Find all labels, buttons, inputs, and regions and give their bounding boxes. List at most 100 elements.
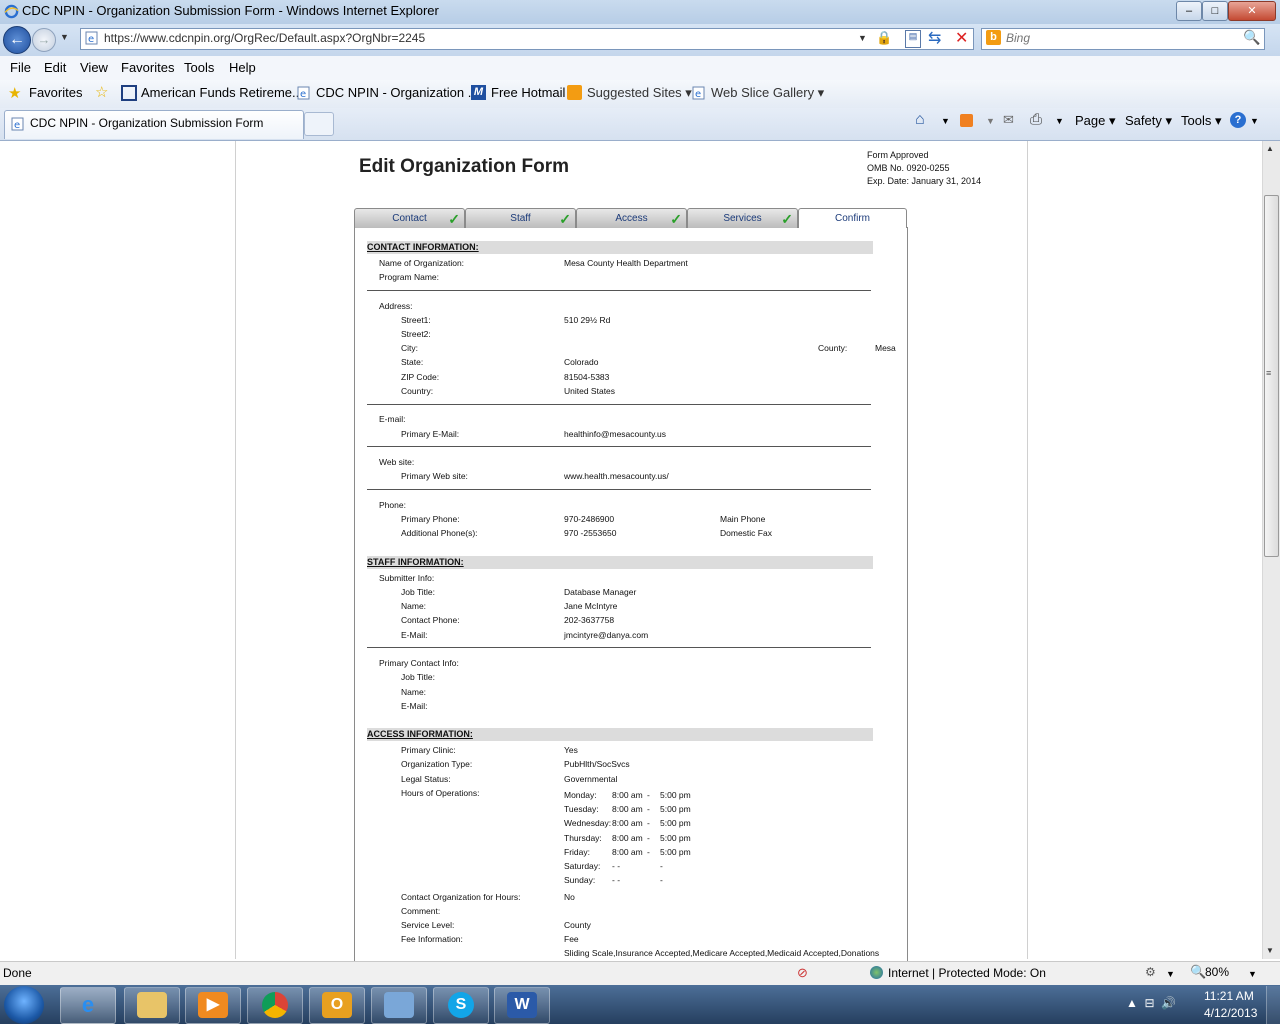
forward-button[interactable]: → xyxy=(32,28,56,52)
zoom-level[interactable]: 80% xyxy=(1205,965,1229,979)
mail-icon[interactable]: ✉ xyxy=(1003,112,1014,128)
security-zone[interactable]: Internet | Protected Mode: On xyxy=(888,966,1046,980)
taskbar-word[interactable]: W xyxy=(494,987,550,1024)
hours-day: Monday: xyxy=(564,790,597,800)
new-tab-button[interactable] xyxy=(304,112,334,136)
menu-file[interactable]: File xyxy=(10,60,31,75)
scroll-down-icon[interactable]: ▼ xyxy=(1266,946,1274,955)
show-desktop-button[interactable] xyxy=(1266,986,1280,1024)
field-label: Service Level: xyxy=(401,920,455,930)
omb-number: OMB No. 0920-0255 xyxy=(867,163,950,173)
menu-edit[interactable]: Edit xyxy=(44,60,66,75)
address-input[interactable] xyxy=(104,31,844,45)
wizard-tab-confirm[interactable]: Confirm xyxy=(798,208,907,228)
hours-close: 5:00 pm xyxy=(660,804,691,814)
hours-close: 5:00 pm xyxy=(660,833,691,843)
protected-mode-icon[interactable]: ⚙ xyxy=(1145,965,1156,979)
section-header-staff: STAFF INFORMATION: xyxy=(367,556,873,569)
compatibility-view-icon[interactable]: ▤ xyxy=(905,30,921,48)
address-dropdown-icon[interactable]: ▼ xyxy=(858,33,867,43)
hours-sep: - xyxy=(660,861,663,871)
tools-menu[interactable]: Tools ▾ xyxy=(1181,113,1222,129)
back-button[interactable]: ← xyxy=(3,26,31,54)
rss-dropdown-icon[interactable]: ▼ xyxy=(986,116,995,126)
omb-approved: Form Approved xyxy=(867,150,929,160)
field-label: Name of Organization: xyxy=(379,258,465,268)
favorites-star-icon[interactable]: ★ xyxy=(8,84,21,102)
lock-icon[interactable]: 🔒 xyxy=(876,30,892,46)
menu-view[interactable]: View xyxy=(80,60,108,75)
field-label: E-Mail: xyxy=(401,630,428,640)
wizard-tab-access[interactable]: Access ✓ xyxy=(576,208,687,228)
menu-help[interactable]: Help xyxy=(229,60,256,75)
group-label: Web site: xyxy=(379,457,415,467)
section-header-contact: CONTACT INFORMATION: xyxy=(367,241,873,254)
fav-american-funds[interactable]: American Funds Retireme... xyxy=(141,85,303,100)
taskbar-skype[interactable]: S xyxy=(433,987,489,1024)
rss-icon[interactable] xyxy=(960,114,973,127)
scroll-up-icon[interactable]: ▲ xyxy=(1266,144,1274,153)
search-input[interactable] xyxy=(1006,31,1226,45)
protected-dropdown-icon[interactable]: ▼ xyxy=(1166,969,1175,979)
taskbar-explorer[interactable] xyxy=(124,987,180,1024)
safety-menu[interactable]: Safety ▾ xyxy=(1125,113,1172,129)
page-menu[interactable]: Page ▾ xyxy=(1075,113,1116,129)
taskbar-outlook[interactable]: O xyxy=(309,987,365,1024)
refresh-icon[interactable]: ⇆ xyxy=(928,28,941,48)
divider xyxy=(367,489,871,490)
field-label: Primary Web site: xyxy=(401,471,468,481)
help-dropdown-icon[interactable]: ▼ xyxy=(1250,116,1259,126)
favorites-button[interactable]: Favorites xyxy=(29,85,82,100)
stop-icon[interactable]: ✕ xyxy=(955,28,968,48)
system-tray-icons[interactable]: ▲ ⊟ 🔊 xyxy=(1126,996,1176,1010)
history-dropdown-icon[interactable]: ▼ xyxy=(60,32,69,42)
fav-web-slice-gallery[interactable]: Web Slice Gallery ▾ xyxy=(711,85,824,101)
minimize-button[interactable]: – xyxy=(1176,1,1202,21)
home-icon[interactable]: ⌂ xyxy=(915,111,925,129)
field-value: United States xyxy=(564,386,616,396)
group-label: Address: xyxy=(379,301,413,311)
add-favorite-icon[interactable]: ☆ xyxy=(95,83,108,101)
hours-sep: - xyxy=(647,847,650,857)
zoom-dropdown-icon[interactable]: ▼ xyxy=(1248,969,1257,979)
maximize-button[interactable]: □ xyxy=(1202,1,1228,21)
menu-favorites[interactable]: Favorites xyxy=(121,60,174,75)
document-icon xyxy=(384,992,414,1018)
page-border xyxy=(1027,141,1028,959)
start-button[interactable] xyxy=(4,986,44,1024)
menu-tools[interactable]: Tools xyxy=(184,60,214,75)
field-label: Program Name: xyxy=(379,272,439,282)
page-title: Edit Organization Form xyxy=(359,156,570,177)
page-icon: e xyxy=(11,117,24,131)
help-icon[interactable]: ? xyxy=(1230,112,1246,128)
field-label: Legal Status: xyxy=(401,774,451,784)
fav-free-hotmail[interactable]: Free Hotmail xyxy=(491,85,565,100)
taskbar-chrome[interactable] xyxy=(247,987,303,1024)
taskbar-app[interactable] xyxy=(371,987,427,1024)
field-value: 970 -2553650 xyxy=(564,528,617,538)
home-dropdown-icon[interactable]: ▼ xyxy=(941,116,950,126)
outlook-icon: O xyxy=(322,992,352,1018)
hours-sep: - xyxy=(647,804,650,814)
field-value: Yes xyxy=(564,745,578,755)
wizard-tab-contact[interactable]: Contact ✓ xyxy=(354,208,465,228)
taskbar-media-player[interactable]: ▶ xyxy=(185,987,241,1024)
search-icon[interactable]: 🔍 xyxy=(1243,29,1260,46)
popup-blocker-icon[interactable]: ⊘ xyxy=(797,965,808,981)
taskbar-ie[interactable]: e xyxy=(60,987,116,1024)
hours-open: 8:00 am xyxy=(612,818,643,828)
wizard-tab-staff[interactable]: Staff ✓ xyxy=(465,208,576,228)
skype-icon: S xyxy=(448,992,474,1018)
zoom-icon[interactable]: 🔍 xyxy=(1190,964,1206,980)
close-button[interactable]: ✕ xyxy=(1228,1,1276,21)
field-value: 510 29½ Rd xyxy=(564,315,611,325)
clock-date[interactable]: 4/12/2013 xyxy=(1204,1006,1257,1020)
print-dropdown-icon[interactable]: ▼ xyxy=(1055,116,1064,126)
clock-time[interactable]: 11:21 AM xyxy=(1204,989,1254,1003)
fav-suggested-sites[interactable]: Suggested Sites ▾ xyxy=(587,85,692,101)
status-bar xyxy=(0,961,1280,986)
fav-cdc-npin[interactable]: CDC NPIN - Organization ... xyxy=(316,85,479,100)
print-icon[interactable]: ⎙ xyxy=(1030,111,1042,128)
wizard-tab-services[interactable]: Services ✓ xyxy=(687,208,798,228)
hours-sep: - xyxy=(647,818,650,828)
